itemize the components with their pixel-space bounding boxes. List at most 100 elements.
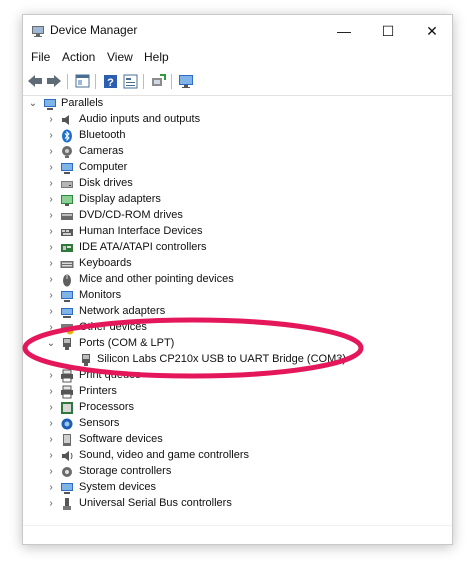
chevron-right-icon[interactable]: ›: [46, 306, 56, 318]
tree-item-system-devices[interactable]: › System devices: [23, 480, 452, 496]
tree-item-other-devices[interactable]: › Other devices: [23, 320, 452, 336]
tree-root-label: Parallels: [61, 97, 104, 109]
tree-item-label: Keyboards: [79, 257, 132, 269]
tree-item-label: Ports (COM & LPT): [79, 337, 175, 349]
menu-help[interactable]: Help: [144, 50, 169, 64]
tree-item-storage-controllers[interactable]: › Storage controllers: [23, 464, 452, 480]
tree-item-label: Mice and other pointing devices: [79, 273, 234, 285]
show-hide-console-tree-button[interactable]: [73, 72, 91, 90]
close-button[interactable]: ✕: [410, 15, 452, 47]
menu-action[interactable]: Action: [62, 50, 95, 64]
tree-item-dvd-drives[interactable]: › DVD/CD-ROM drives: [23, 208, 452, 224]
computer-icon: [44, 99, 56, 110]
toolbar-separator: [95, 74, 96, 89]
tree-item-audio[interactable]: › Audio inputs and outputs: [23, 112, 452, 128]
properties-sheet-icon: [123, 74, 137, 88]
chevron-right-icon[interactable]: ›: [46, 258, 56, 270]
tree-item-label: Sound, video and game controllers: [79, 449, 249, 461]
tree-item-printers[interactable]: › Printers: [23, 384, 452, 400]
tree-item-label: Software devices: [79, 433, 163, 445]
menu-bar: File Action View Help: [23, 47, 452, 69]
port-icon: [82, 354, 90, 366]
chevron-right-icon[interactable]: ›: [46, 242, 56, 254]
back-button[interactable]: [26, 72, 44, 90]
chevron-right-icon[interactable]: ›: [46, 434, 56, 446]
tree-root-parallels[interactable]: ⌄ Parallels: [23, 96, 452, 112]
tree-item-disk-drives[interactable]: › Disk drives: [23, 176, 452, 192]
chevron-right-icon[interactable]: ›: [46, 274, 56, 286]
tree-item-display-adapters[interactable]: › Display adapters: [23, 192, 452, 208]
tree-item-print-queues[interactable]: › Print queues: [23, 368, 452, 384]
close-icon: ✕: [426, 22, 438, 39]
chevron-right-icon[interactable]: ›: [46, 418, 56, 430]
chevron-right-icon[interactable]: ›: [46, 226, 56, 238]
tree-item-usb-controllers[interactable]: › Universal Serial Bus controllers: [23, 496, 452, 512]
tree-item-bluetooth[interactable]: › Bluetooth: [23, 128, 452, 144]
scan-hardware-button[interactable]: [177, 72, 195, 90]
window-title: Device Manager: [50, 23, 138, 37]
tree-item-silicon-labs-cp210x[interactable]: Silicon Labs CP210x USB to UART Bridge (…: [23, 352, 452, 368]
chevron-right-icon[interactable]: ›: [46, 146, 56, 158]
status-strip: [23, 525, 452, 544]
update-driver-button[interactable]: [149, 72, 167, 90]
software-device-icon: [63, 434, 71, 446]
system-devices-icon: [61, 483, 73, 494]
chevron-right-icon[interactable]: ›: [46, 450, 56, 462]
tree-item-ide-controllers[interactable]: › IDE ATA/ATAPI controllers: [23, 240, 452, 256]
help-button[interactable]: ?: [101, 72, 119, 90]
sensor-icon: [61, 418, 73, 430]
title-bar: Device Manager — ☐ ✕: [23, 15, 452, 47]
tree-item-label: Universal Serial Bus controllers: [79, 497, 232, 509]
menu-file[interactable]: File: [31, 50, 50, 64]
chevron-right-icon[interactable]: ›: [46, 194, 56, 206]
tree-item-hid[interactable]: › Human Interface Devices: [23, 224, 452, 240]
chevron-right-icon[interactable]: ›: [46, 402, 56, 414]
chevron-right-icon[interactable]: ›: [46, 162, 56, 174]
tree-item-processors[interactable]: › Processors: [23, 400, 452, 416]
printer-icon: [61, 385, 73, 399]
toolbar-separator: [143, 74, 144, 89]
tree-item-label: Computer: [79, 161, 128, 173]
camera-icon: [62, 146, 72, 158]
properties-icon: [75, 74, 89, 88]
tree-item-sensors[interactable]: › Sensors: [23, 416, 452, 432]
tree-item-ports[interactable]: ⌄ Ports (COM & LPT): [23, 336, 452, 352]
tree-item-sound-video-game[interactable]: › Sound, video and game controllers: [23, 448, 452, 464]
tree-item-software-devices[interactable]: › Software devices: [23, 432, 452, 448]
tree-item-label: Monitors: [79, 289, 122, 301]
port-icon: [63, 338, 71, 350]
chevron-down-icon[interactable]: ⌄: [28, 98, 38, 110]
tree-item-cameras[interactable]: › Cameras: [23, 144, 452, 160]
properties-sheet-button[interactable]: [121, 72, 139, 90]
menu-view[interactable]: View: [107, 50, 133, 64]
chevron-down-icon[interactable]: ⌄: [46, 338, 56, 350]
minimize-button[interactable]: —: [322, 15, 366, 47]
tree-item-computer[interactable]: › Computer: [23, 160, 452, 176]
tree-item-label: Disk drives: [79, 177, 133, 189]
tree-item-monitors[interactable]: › Monitors: [23, 288, 452, 304]
tree-item-keyboards[interactable]: › Keyboards: [23, 256, 452, 272]
tree-item-label: Processors: [79, 401, 135, 413]
toolbar-separator: [67, 74, 68, 89]
device-tree: ⌄ Parallels › Audio inputs and outputs ›…: [23, 96, 452, 526]
network-adapter-icon: [61, 308, 73, 318]
chevron-right-icon[interactable]: ›: [46, 482, 56, 494]
chevron-right-icon[interactable]: ›: [46, 498, 56, 510]
maximize-button[interactable]: ☐: [366, 15, 410, 47]
chevron-right-icon[interactable]: ›: [46, 466, 56, 478]
mouse-icon: [63, 274, 71, 287]
device-manager-app-icon: [32, 26, 44, 37]
update-driver-icon: [152, 73, 166, 86]
forward-button[interactable]: [45, 72, 63, 90]
chevron-right-icon[interactable]: ›: [46, 290, 56, 302]
chevron-right-icon[interactable]: ›: [46, 386, 56, 398]
tree-item-network-adapters[interactable]: › Network adapters: [23, 304, 452, 320]
tree-item-mice[interactable]: › Mice and other pointing devices: [23, 272, 452, 288]
chevron-right-icon[interactable]: ›: [46, 322, 56, 334]
chevron-right-icon[interactable]: ›: [46, 178, 56, 190]
storage-controller-icon: [62, 467, 72, 477]
chevron-right-icon[interactable]: ›: [46, 370, 56, 382]
chevron-right-icon[interactable]: ›: [46, 210, 56, 222]
chevron-right-icon[interactable]: ›: [46, 114, 56, 126]
chevron-right-icon[interactable]: ›: [46, 130, 56, 142]
